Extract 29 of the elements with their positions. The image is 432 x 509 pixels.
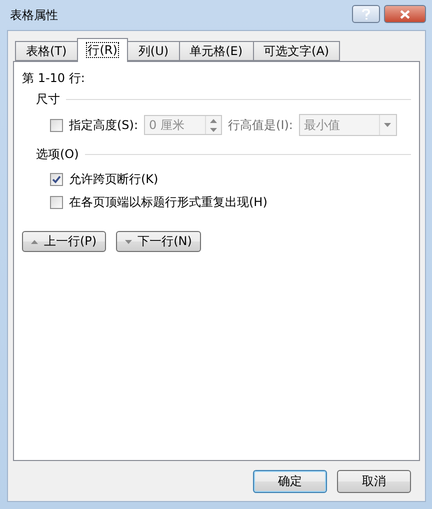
- next-row-button[interactable]: 下一行(N): [116, 231, 201, 252]
- tab[interactable]: 表格(T): [15, 41, 78, 61]
- up-triangle-icon: [31, 240, 38, 244]
- tab[interactable]: 单元格(E): [178, 41, 254, 61]
- previous-row-button[interactable]: 上一行(P): [22, 231, 106, 252]
- checkbox[interactable]: [50, 196, 63, 209]
- help-button[interactable]: [352, 5, 380, 23]
- spin-down-icon: [210, 128, 218, 132]
- spin-up-icon: [210, 118, 218, 122]
- tab[interactable]: 可选文字(A): [252, 41, 340, 61]
- rows-heading: 第 1-10 行:: [22, 70, 86, 87]
- close-icon: [400, 10, 410, 18]
- cancel-button[interactable]: 取消: [337, 470, 411, 493]
- tab[interactable]: 列(U): [127, 41, 180, 61]
- section-title: 尺寸: [36, 91, 60, 108]
- tab[interactable]: 行(R): [76, 38, 128, 62]
- field-label: 行高值是(I):: [228, 116, 293, 134]
- close-button[interactable]: [384, 5, 426, 23]
- section-title: 选项(O): [36, 146, 79, 163]
- down-triangle-icon: [124, 240, 132, 244]
- checkbox-label: 允许跨页断行(K): [69, 171, 158, 188]
- ok-button[interactable]: 确定: [253, 470, 327, 493]
- checkbox-label: 指定高度(S):: [69, 116, 138, 134]
- checkbox[interactable]: [50, 173, 63, 186]
- checkbox[interactable]: [50, 118, 63, 132]
- question-mark-icon: [362, 8, 370, 20]
- window-title: 表格属性: [9, 6, 58, 24]
- caret-icon: [384, 123, 392, 127]
- checkbox-label: 在各页顶端以标题行形式重复出现(H): [69, 194, 268, 211]
